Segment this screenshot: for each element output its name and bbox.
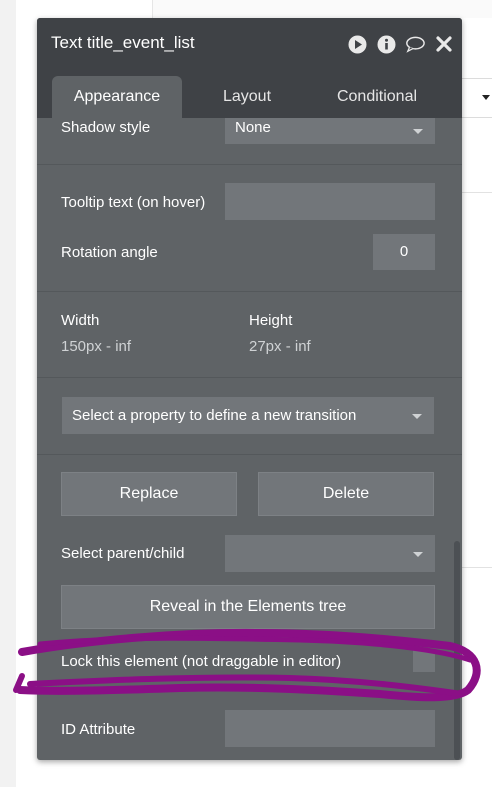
- shadow-style-select[interactable]: None: [225, 118, 435, 144]
- shadow-style-label: Shadow style: [61, 119, 151, 136]
- canvas-top-area: [152, 0, 492, 18]
- section-divider: [37, 454, 462, 455]
- transition-select[interactable]: Select a property to define a new transi…: [62, 397, 434, 434]
- chevron-down-icon: [413, 129, 423, 134]
- chevron-down-icon: [412, 413, 422, 419]
- lock-element-checkbox[interactable]: [413, 650, 435, 672]
- id-attribute-input[interactable]: [225, 710, 435, 747]
- property-editor-panel: Text title_event_list Appearance Layout …: [37, 18, 462, 760]
- width-value: 150px - inf: [61, 338, 132, 355]
- height-value: 27px - inf: [249, 338, 311, 355]
- section-divider: [37, 291, 462, 292]
- play-circle-icon[interactable]: [347, 34, 367, 54]
- width-label: Width: [61, 312, 100, 329]
- header-icons: [347, 34, 454, 54]
- background-dropdown[interactable]: [462, 78, 492, 118]
- section-divider: [37, 164, 462, 165]
- transition-placeholder: Select a property to define a new transi…: [72, 407, 357, 424]
- panel-title: Text title_event_list: [51, 33, 195, 52]
- tab-conditional[interactable]: Conditional: [307, 76, 447, 118]
- replace-button[interactable]: Replace: [61, 472, 237, 516]
- info-circle-icon[interactable]: [376, 34, 396, 54]
- tooltip-input[interactable]: [225, 183, 435, 220]
- select-parent-child-select[interactable]: [225, 535, 435, 572]
- tab-layout[interactable]: Layout: [197, 76, 297, 118]
- shadow-style-value: None: [235, 119, 271, 136]
- reveal-in-elements-tree-button[interactable]: Reveal in the Elements tree: [61, 585, 435, 629]
- select-parent-child-label: Select parent/child: [61, 545, 185, 562]
- id-attribute-label: ID Attribute: [61, 721, 136, 738]
- tab-appearance[interactable]: Appearance: [52, 76, 182, 118]
- rotation-angle-label: Rotation angle: [61, 244, 158, 261]
- panel-scrollbar[interactable]: [454, 541, 460, 760]
- tooltip-label: Tooltip text (on hover): [61, 194, 206, 211]
- canvas-divider: [462, 192, 492, 193]
- panel-header[interactable]: Text title_event_list: [37, 18, 462, 70]
- chevron-down-icon: [482, 95, 490, 100]
- canvas-left-strip: [0, 0, 16, 787]
- height-label: Height: [249, 312, 293, 329]
- canvas-divider: [462, 567, 492, 568]
- chevron-down-icon: [413, 551, 423, 557]
- section-divider: [37, 377, 462, 378]
- comment-icon[interactable]: [405, 34, 425, 54]
- appearance-content: Shadow style None Tooltip text (on hover…: [37, 118, 462, 760]
- rotation-angle-input[interactable]: 0: [373, 234, 435, 270]
- tab-bar: Appearance Layout Conditional: [37, 70, 462, 118]
- close-icon[interactable]: [434, 34, 454, 54]
- delete-button[interactable]: Delete: [258, 472, 434, 516]
- lock-element-label: Lock this element (not draggable in edit…: [61, 653, 342, 670]
